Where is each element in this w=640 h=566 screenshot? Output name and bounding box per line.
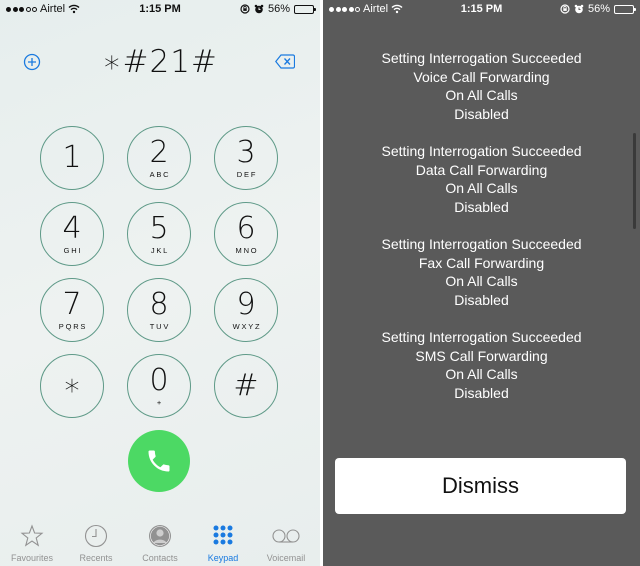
message-line: Fax Call Forwarding bbox=[418, 254, 545, 271]
battery-icon bbox=[614, 4, 636, 14]
keypad-icon bbox=[213, 525, 233, 545]
key-digit: # bbox=[233, 368, 259, 403]
key-digit: 5 bbox=[149, 210, 169, 246]
key-letters: JKL bbox=[150, 245, 170, 255]
alarm-icon bbox=[574, 4, 584, 14]
alarm-icon bbox=[254, 4, 264, 14]
key-digit: 8 bbox=[149, 286, 169, 322]
phone-icon bbox=[148, 450, 170, 472]
key-letters: PQRS bbox=[58, 321, 88, 331]
message-line: Setting Interrogation Succeeded bbox=[381, 329, 582, 345]
tab-label: Keypad bbox=[207, 553, 239, 563]
rotation-lock-icon bbox=[560, 4, 570, 14]
key-letters: GHI bbox=[63, 245, 83, 255]
tab-label: Voicemail bbox=[266, 553, 306, 563]
key-letters: TUV bbox=[149, 321, 171, 331]
clock-icon bbox=[84, 524, 108, 548]
ussd-result-screen: Airtel 1:15 PM 56% Setting Interrogation… bbox=[323, 0, 640, 566]
tab-label: Favourites bbox=[10, 553, 54, 563]
message-line: Data Call Forwarding bbox=[415, 161, 548, 178]
rotation-lock-icon bbox=[240, 4, 250, 14]
tab-bar: Favourites Recents Contacts Keypad Voice… bbox=[0, 518, 320, 566]
key-digit: 3 bbox=[236, 134, 256, 170]
ussd-message: Setting Interrogation Succeeded SMS Call … bbox=[323, 328, 640, 403]
ussd-message: Setting Interrogation Succeeded Fax Call … bbox=[323, 235, 640, 310]
status-bar: Airtel 1:15 PM 56% bbox=[323, 0, 640, 20]
phone-keypad-screen: Airtel 1:15 PM 56% ∗#21# 1 2 ABC 3 DEF 4 GHI 5 J… bbox=[0, 0, 320, 566]
key-digit: 0 bbox=[149, 362, 169, 398]
tab-recents[interactable]: Recents bbox=[64, 518, 128, 566]
key-9[interactable]: 9 WXYZ bbox=[214, 278, 278, 342]
tab-contacts[interactable]: Contacts bbox=[128, 518, 192, 566]
key-digit: 7 bbox=[62, 286, 82, 322]
scrollbar[interactable] bbox=[633, 133, 636, 229]
message-line: Setting Interrogation Succeeded bbox=[381, 236, 582, 252]
message-line: Setting Interrogation Succeeded bbox=[381, 50, 582, 66]
key-digit: 6 bbox=[236, 210, 256, 246]
message-line: On All Calls bbox=[445, 366, 518, 383]
key-5[interactable]: 5 JKL bbox=[127, 202, 191, 266]
key-digit: 2 bbox=[149, 134, 169, 170]
dismiss-button[interactable]: Dismiss bbox=[335, 458, 626, 514]
key-letters: + bbox=[156, 397, 164, 407]
ussd-message: Setting Interrogation Succeeded Data Call… bbox=[323, 142, 640, 217]
battery-percent: 56% bbox=[267, 3, 290, 15]
key-letters: DEF bbox=[236, 169, 258, 179]
key-letters: WXYZ bbox=[232, 321, 262, 331]
ussd-messages: Setting Interrogation Succeeded Voice Cal… bbox=[323, 49, 640, 421]
message-line: SMS Call Forwarding bbox=[415, 347, 548, 364]
key-digit: 1 bbox=[62, 140, 82, 175]
key-2[interactable]: 2 ABC bbox=[127, 126, 191, 190]
backspace-button[interactable] bbox=[275, 54, 295, 69]
message-line: Disabled bbox=[454, 106, 509, 123]
message-line: On All Calls bbox=[445, 180, 518, 197]
key-6[interactable]: 6 MNO bbox=[214, 202, 278, 266]
key-7[interactable]: 7 PQRS bbox=[40, 278, 104, 342]
tab-label: Recents bbox=[79, 553, 113, 563]
key-3[interactable]: 3 DEF bbox=[214, 126, 278, 190]
key-4[interactable]: 4 GHI bbox=[40, 202, 104, 266]
key-0[interactable]: 0 + bbox=[127, 354, 191, 418]
contact-icon bbox=[149, 525, 171, 547]
key-1[interactable]: 1 bbox=[40, 126, 104, 190]
key-8[interactable]: 8 TUV bbox=[127, 278, 191, 342]
key-letters: ABC bbox=[149, 169, 171, 179]
key-digit: 9 bbox=[236, 286, 256, 322]
dialed-number: ∗#21# bbox=[102, 44, 218, 80]
call-button[interactable] bbox=[128, 430, 190, 492]
key-star[interactable]: ∗ bbox=[40, 354, 104, 418]
key-letters: MNO bbox=[235, 245, 259, 255]
tab-voicemail[interactable]: Voicemail bbox=[254, 518, 318, 566]
message-line: Voice Call Forwarding bbox=[413, 68, 550, 85]
ussd-message: Setting Interrogation Succeeded Voice Cal… bbox=[323, 49, 640, 124]
key-digit: 4 bbox=[62, 210, 82, 246]
dial-display: ∗#21# bbox=[0, 44, 320, 82]
message-line: On All Calls bbox=[445, 273, 518, 290]
message-line: On All Calls bbox=[445, 87, 518, 104]
battery-icon bbox=[294, 4, 316, 14]
voicemail-icon bbox=[272, 529, 300, 543]
tab-keypad[interactable]: Keypad bbox=[191, 518, 255, 566]
star-icon bbox=[20, 524, 44, 547]
key-digit: ∗ bbox=[62, 368, 82, 403]
tab-label: Contacts bbox=[142, 553, 178, 563]
message-line: Disabled bbox=[454, 292, 509, 309]
battery-percent: 56% bbox=[587, 3, 610, 15]
status-bar: Airtel 1:15 PM 56% bbox=[0, 0, 320, 20]
key-hash[interactable]: # bbox=[214, 354, 278, 418]
message-line: Disabled bbox=[454, 385, 509, 402]
tab-favourites[interactable]: Favourites bbox=[0, 518, 64, 566]
message-line: Disabled bbox=[454, 199, 509, 216]
message-line: Setting Interrogation Succeeded bbox=[381, 143, 582, 159]
